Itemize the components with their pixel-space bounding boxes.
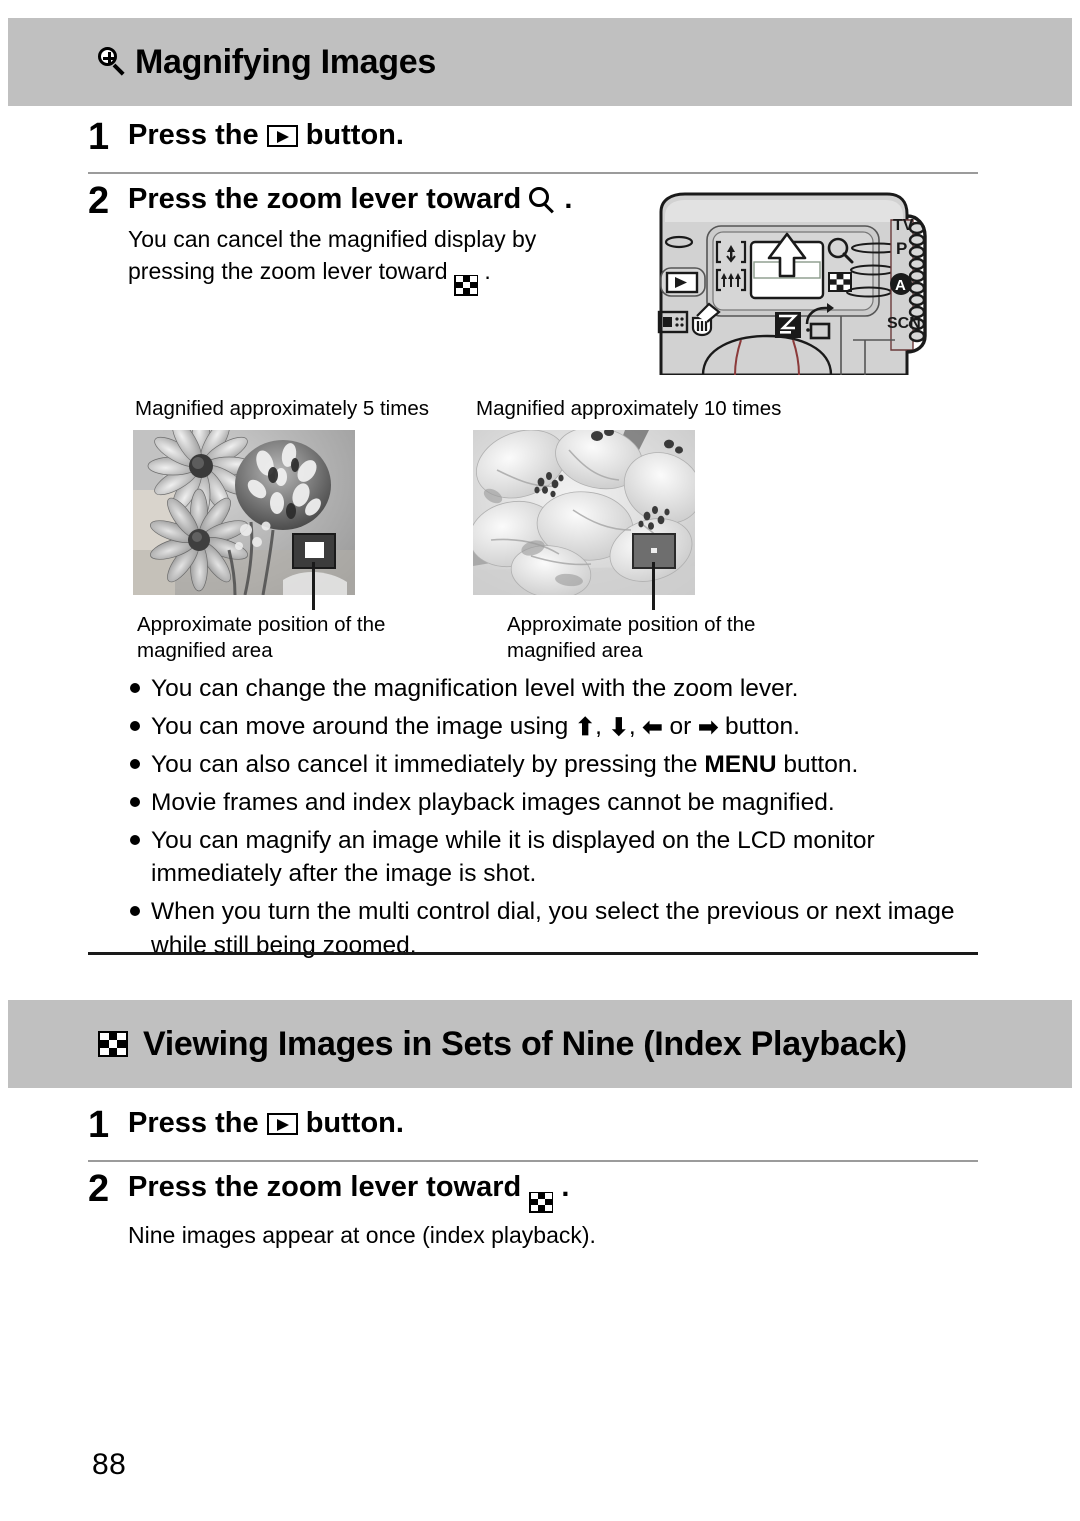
step-title-text: Press the bbox=[128, 119, 259, 151]
mode-dial-label-scn: SCN bbox=[887, 315, 921, 332]
figure-subcaption-10x: Approximate position of the magnified ar… bbox=[507, 613, 756, 663]
bullet-dot bbox=[130, 796, 140, 807]
index-checkerboard-icon bbox=[98, 1031, 128, 1057]
step-title-text: Press the bbox=[128, 1107, 259, 1139]
playback-button-icon bbox=[266, 1113, 298, 1135]
arrow-down-icon: ⬇ bbox=[608, 713, 629, 741]
step-desc-line1: You can cancel the magnified display by bbox=[128, 225, 537, 252]
arrow-right-icon: ➡ bbox=[698, 713, 719, 741]
step-divider-1 bbox=[88, 172, 978, 174]
bullet-dot bbox=[130, 758, 140, 769]
menu-button-label: MENU bbox=[704, 750, 777, 778]
note-item: Movie frames and index playback images c… bbox=[130, 786, 970, 820]
step-description: Nine images appear at once (index playba… bbox=[128, 1221, 596, 1248]
notes-list: You can change the magnification level w… bbox=[130, 672, 970, 967]
step-2-index-playback: 2 Press the zoom lever toward . Nine ima… bbox=[88, 1170, 688, 1251]
section-title: Viewing Images in Sets of Nine (Index Pl… bbox=[143, 1024, 907, 1063]
section-header-magnifying: Magnifying Images bbox=[8, 18, 1072, 106]
step-1-magnifying: 1 Press the button. bbox=[88, 118, 688, 156]
step-desc-line2: pressing the zoom lever toward bbox=[128, 258, 448, 285]
step-title-text: Press the zoom lever toward bbox=[128, 1171, 522, 1203]
note-item: You can move around the image using ⬆, ⬇… bbox=[130, 710, 970, 744]
mode-dial-label-p: P bbox=[896, 239, 907, 258]
arrow-left-icon: ⬅ bbox=[642, 713, 663, 741]
step-number: 1 bbox=[88, 1104, 110, 1146]
index-checkerboard-icon bbox=[529, 1191, 554, 1213]
figure-caption-10x: Magnified approximately 10 times bbox=[476, 397, 782, 420]
note-text: You can change the magnification level w… bbox=[151, 675, 799, 702]
playback-button-icon bbox=[266, 125, 298, 147]
section-header-index-playback: Viewing Images in Sets of Nine (Index Pl… bbox=[8, 1000, 1072, 1088]
note-text: Movie frames and index playback images c… bbox=[151, 788, 835, 816]
step-title-text-after: button. bbox=[305, 1107, 404, 1139]
note-text-before: You can also cancel it immediately by pr… bbox=[151, 750, 698, 778]
note-item: You can change the magnification level w… bbox=[130, 672, 970, 706]
note-text-before: You can move around the image using bbox=[151, 712, 569, 740]
note-text: You can move around the image using ⬆, ⬇… bbox=[151, 710, 970, 744]
sample-photo-10x bbox=[473, 430, 695, 595]
step-desc-line2-after: . bbox=[484, 258, 491, 285]
step-title: Press the button. bbox=[128, 118, 688, 153]
step-title: Press the button. bbox=[128, 1106, 688, 1141]
magnifier-icon bbox=[529, 187, 556, 214]
step-number: 2 bbox=[88, 1168, 110, 1210]
page-number: 88 bbox=[92, 1448, 127, 1481]
note-text: You can also cancel it immediately by pr… bbox=[151, 748, 970, 782]
step-2-magnifying: 2 Press the zoom lever toward . You can … bbox=[88, 182, 688, 296]
note-sep-2: , bbox=[628, 712, 636, 740]
magnified-area-leader-10x bbox=[652, 562, 655, 610]
note-item: You can magnify an image while it is dis… bbox=[130, 824, 970, 892]
bullet-dot bbox=[130, 720, 140, 731]
note-sep-3: or bbox=[669, 712, 692, 740]
bullet-dot bbox=[130, 906, 140, 917]
arrow-up-icon: ⬆ bbox=[575, 713, 596, 741]
bullet-dot bbox=[130, 683, 140, 693]
step-divider-2 bbox=[88, 1160, 978, 1162]
magnifier-plus-icon bbox=[98, 47, 128, 77]
step-description: You can cancel the magnified display by … bbox=[128, 223, 648, 296]
section-title: Magnifying Images bbox=[135, 42, 436, 81]
section-divider bbox=[88, 952, 978, 955]
mode-dial-label-a: A bbox=[895, 277, 906, 294]
step-1-index-playback: 1 Press the button. bbox=[88, 1106, 688, 1144]
note-sep-1: , bbox=[595, 712, 602, 740]
step-title-text: Press the zoom lever toward bbox=[128, 183, 522, 215]
note-text-after: button. bbox=[783, 750, 859, 778]
figure-caption-5x: Magnified approximately 5 times bbox=[135, 397, 429, 420]
step-title-text-after: . bbox=[564, 183, 573, 215]
note-text-after: button. bbox=[724, 712, 800, 740]
step-title-text-after: . bbox=[561, 1171, 570, 1203]
index-checkerboard-icon bbox=[454, 274, 478, 296]
sample-photo-5x bbox=[133, 430, 355, 595]
note-item: You can also cancel it immediately by pr… bbox=[130, 748, 970, 782]
step-number: 1 bbox=[88, 116, 110, 158]
mode-dial-label-tv: TV bbox=[893, 217, 914, 234]
step-title: Press the zoom lever toward . bbox=[128, 182, 688, 217]
camera-illustration: TV P A SCN bbox=[655, 190, 935, 375]
step-number: 2 bbox=[88, 180, 110, 222]
step-title-text-after: button. bbox=[305, 119, 404, 151]
note-text: You can magnify an image while it is dis… bbox=[151, 826, 875, 888]
figure-subcaption-5x: Approximate position of the magnified ar… bbox=[137, 613, 386, 663]
bullet-dot bbox=[130, 834, 140, 845]
step-title: Press the zoom lever toward . bbox=[128, 1170, 688, 1213]
magnified-area-leader-5x bbox=[312, 562, 315, 610]
